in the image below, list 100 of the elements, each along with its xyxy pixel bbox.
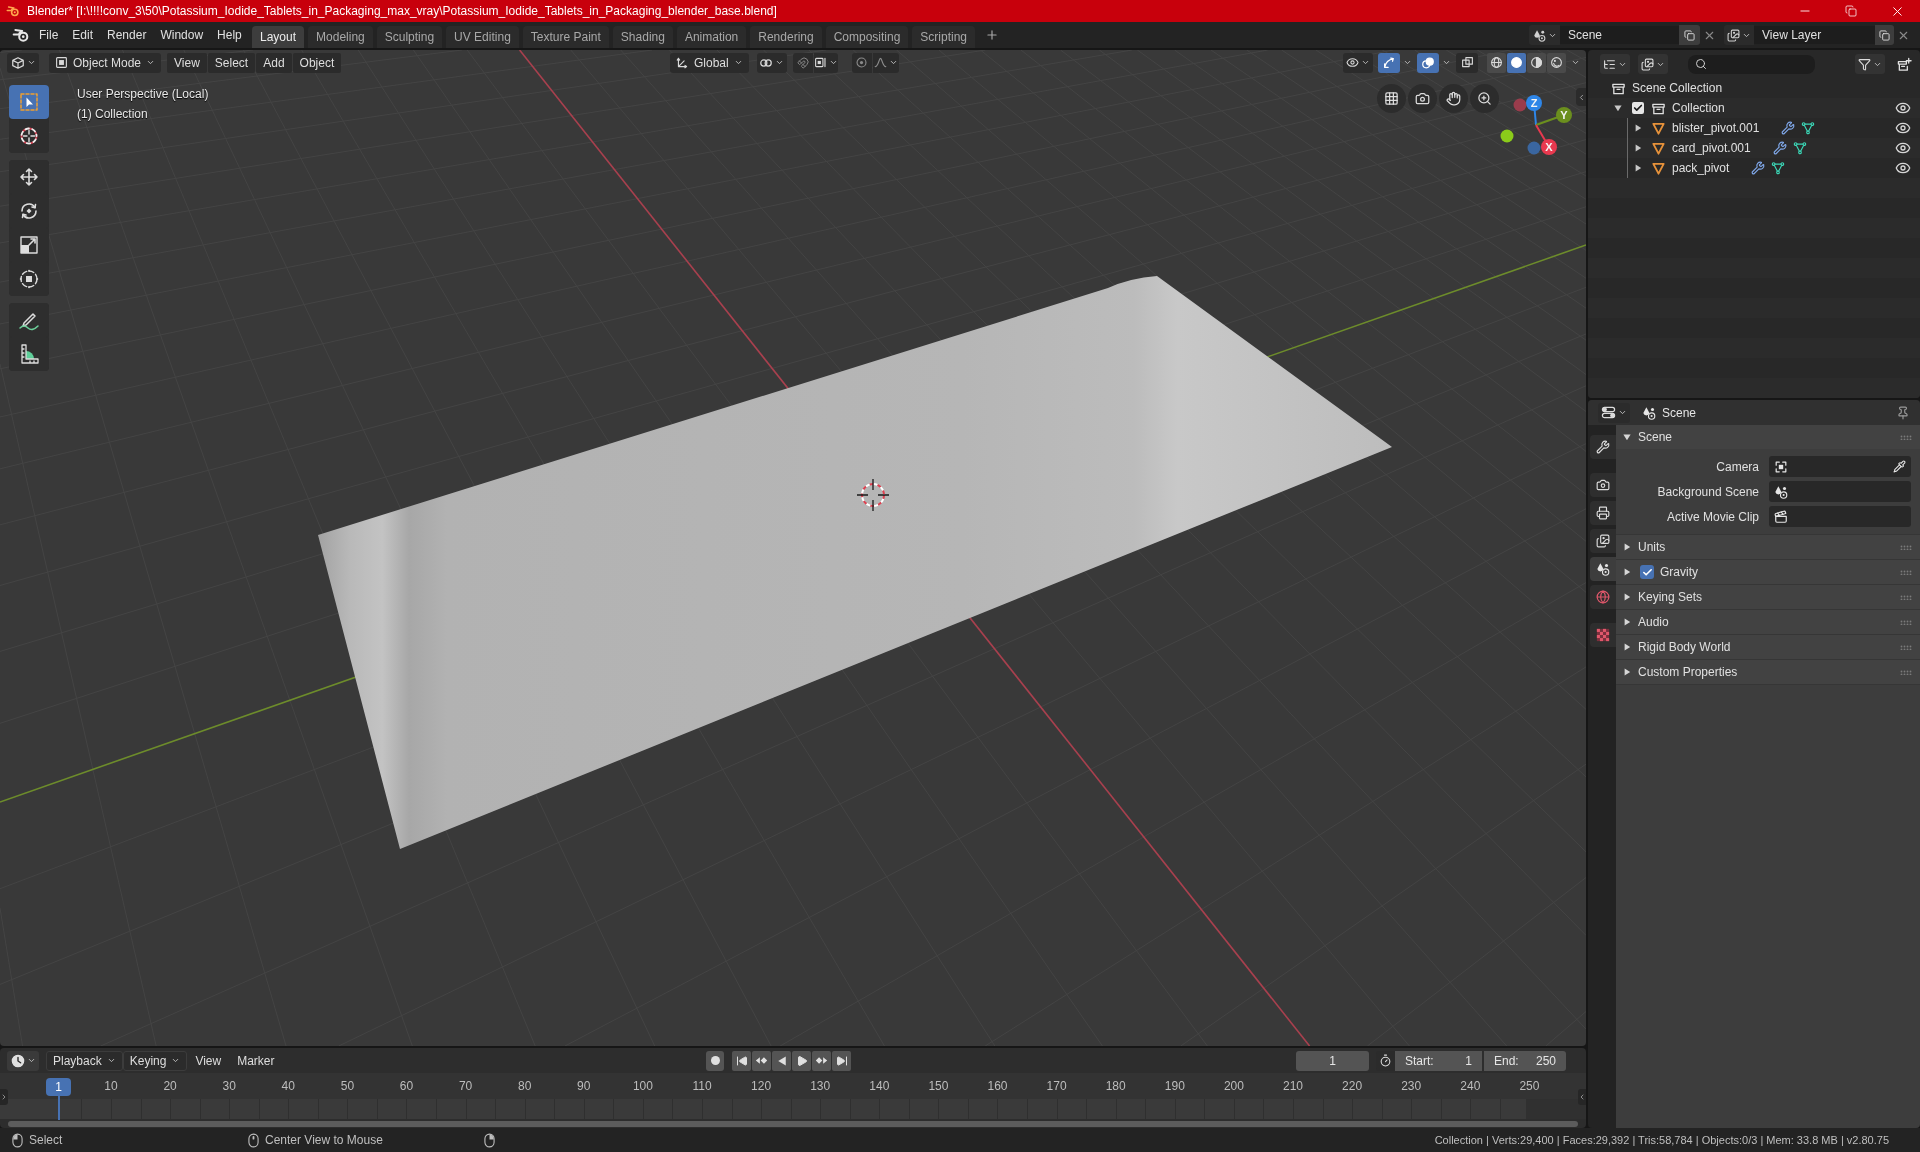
shading-mode-button[interactable]: [1547, 52, 1566, 73]
panel-title[interactable]: Custom Properties: [1638, 663, 1738, 681]
axis-handle[interactable]: X: [1535, 124, 1557, 155]
header-menu[interactable]: Add: [256, 52, 292, 73]
outliner-item-label[interactable]: Collection: [1672, 99, 1725, 117]
view-layer-name-field[interactable]: View Layer: [1754, 26, 1875, 44]
workspace-tab[interactable]: Rendering: [750, 26, 822, 48]
search-field[interactable]: [1688, 54, 1815, 74]
chevron-right-icon[interactable]: [0, 1089, 8, 1105]
playback-button[interactable]: [832, 1050, 851, 1071]
viewport-toggle-button[interactable]: [1417, 52, 1439, 73]
object-field[interactable]: [1769, 456, 1911, 477]
box-plus-icon[interactable]: [1897, 56, 1912, 72]
outliner-item-label[interactable]: card_pivot.001: [1672, 139, 1751, 157]
axis-dot-icon[interactable]: [1527, 141, 1541, 155]
eye-icon[interactable]: [1895, 100, 1911, 116]
caret-icon[interactable]: [1571, 58, 1580, 67]
start-frame-field[interactable]: Start: 1: [1395, 1050, 1482, 1071]
eye-icon[interactable]: [1895, 160, 1911, 176]
properties-tab[interactable]: [1590, 501, 1616, 525]
disclosure-triangle-icon[interactable]: [1623, 668, 1631, 676]
workspace-tab[interactable]: Modeling: [308, 26, 373, 48]
orientation-dropdown[interactable]: Global: [670, 52, 749, 73]
chevron-left-icon[interactable]: [1576, 88, 1586, 106]
panel-title[interactable]: Audio: [1638, 613, 1669, 631]
mode-dropdown[interactable]: Object Mode: [49, 52, 162, 73]
disclosure-triangle-icon[interactable]: [1623, 433, 1631, 441]
pivot-button[interactable]: [756, 52, 787, 73]
outliner-item-label[interactable]: Scene Collection: [1632, 79, 1723, 97]
drag-handle-icon[interactable]: [1900, 669, 1912, 675]
header-menu[interactable]: Select: [207, 52, 256, 73]
view-layer-browse-button[interactable]: [1724, 25, 1754, 45]
panel-title[interactable]: Gravity: [1660, 563, 1698, 581]
filter-button[interactable]: [1855, 54, 1885, 74]
3d-viewport[interactable]: Object Mode View Select Add Object Global User Perspective (Local) (1) Collection Z Y X: [0, 50, 1586, 1046]
workspace-tab[interactable]: Texture Paint: [522, 26, 609, 48]
snap-toggle-button[interactable]: [792, 52, 813, 73]
vertex-triangle-icon[interactable]: [1801, 121, 1816, 135]
disclosure-triangle-icon[interactable]: [1623, 593, 1631, 601]
properties-tab[interactable]: [1590, 557, 1616, 581]
workspace-tab[interactable]: Animation: [676, 26, 747, 48]
workspace-tab[interactable]: Shading: [612, 26, 673, 48]
duplicate-view-layer-button[interactable]: [1875, 25, 1894, 45]
scene-browse-button[interactable]: [1529, 25, 1560, 45]
editor-type-button[interactable]: [1598, 402, 1630, 423]
restore-icon[interactable]: [1845, 5, 1857, 17]
menu-item[interactable]: Render: [100, 25, 154, 45]
drag-handle-icon[interactable]: [1900, 644, 1912, 650]
duplicate-scene-button[interactable]: [1679, 25, 1700, 45]
filter-view-layer-button[interactable]: [1638, 54, 1668, 74]
vertex-triangle-icon[interactable]: [1792, 141, 1807, 155]
object-field[interactable]: [1769, 481, 1911, 502]
disclosure-triangle-icon[interactable]: [1623, 568, 1631, 576]
editor-type-button[interactable]: [7, 52, 39, 73]
scrollbar[interactable]: [8, 1120, 1578, 1127]
panel-title[interactable]: Keying Sets: [1638, 588, 1703, 606]
current-frame-field[interactable]: 1: [1296, 1050, 1369, 1071]
caret-icon[interactable]: [1442, 58, 1451, 67]
proportional-edit-button[interactable]: [851, 52, 872, 73]
menu-item[interactable]: Edit: [65, 25, 101, 45]
snap-target-button[interactable]: [813, 52, 838, 73]
wrench-icon[interactable]: [1751, 161, 1766, 175]
viewport-toggle-button[interactable]: [1456, 52, 1478, 73]
playhead[interactable]: 1: [46, 1078, 71, 1120]
outliner-item-label[interactable]: blister_pivot.001: [1672, 119, 1760, 137]
shading-mode-button[interactable]: [1487, 52, 1506, 73]
viewport-toggle-button[interactable]: [1378, 52, 1400, 73]
axis-dot-icon[interactable]: [1500, 129, 1514, 143]
chevron-left-icon[interactable]: [1578, 1089, 1586, 1105]
camera-view-button[interactable]: [1408, 84, 1437, 113]
menu-item[interactable]: Window: [153, 25, 211, 45]
record-button[interactable]: [706, 1050, 724, 1071]
pan-view-button[interactable]: [1439, 84, 1468, 113]
eye-icon[interactable]: [1895, 140, 1911, 156]
perspective-toggle-button[interactable]: [1377, 84, 1406, 113]
playback-button[interactable]: [732, 1050, 751, 1071]
workspace-tab[interactable]: Scripting: [912, 26, 976, 48]
playback-button[interactable]: [812, 1050, 831, 1071]
properties-tab[interactable]: [1590, 529, 1616, 553]
caret-icon[interactable]: [1403, 58, 1412, 67]
axis-dot-icon[interactable]: [1513, 98, 1527, 112]
drag-handle-icon[interactable]: [1900, 619, 1912, 625]
properties-tab[interactable]: [1590, 435, 1616, 459]
header-menu[interactable]: Object: [292, 52, 342, 73]
workspace-tab[interactable]: Compositing: [825, 26, 909, 48]
panel-title[interactable]: Units: [1638, 538, 1666, 556]
drag-handle-icon[interactable]: [1900, 594, 1912, 600]
disclosure-triangle-icon[interactable]: [1623, 543, 1631, 551]
logo-icon[interactable]: [12, 26, 30, 44]
drag-handle-icon[interactable]: [1900, 569, 1912, 575]
shading-mode-button[interactable]: [1507, 52, 1526, 73]
object-field[interactable]: [1769, 506, 1911, 527]
panel-title[interactable]: Scene: [1638, 428, 1673, 446]
properties-tab[interactable]: [1590, 473, 1616, 497]
display-mode-button[interactable]: [1600, 54, 1630, 74]
editor-type-button[interactable]: [7, 1050, 39, 1071]
eyedropper-icon[interactable]: [1893, 460, 1906, 473]
workspace-tab[interactable]: Sculpting: [376, 26, 443, 48]
disclosure-triangle-icon[interactable]: [1623, 618, 1631, 626]
disclosure-triangle-icon[interactable]: [1623, 643, 1631, 651]
